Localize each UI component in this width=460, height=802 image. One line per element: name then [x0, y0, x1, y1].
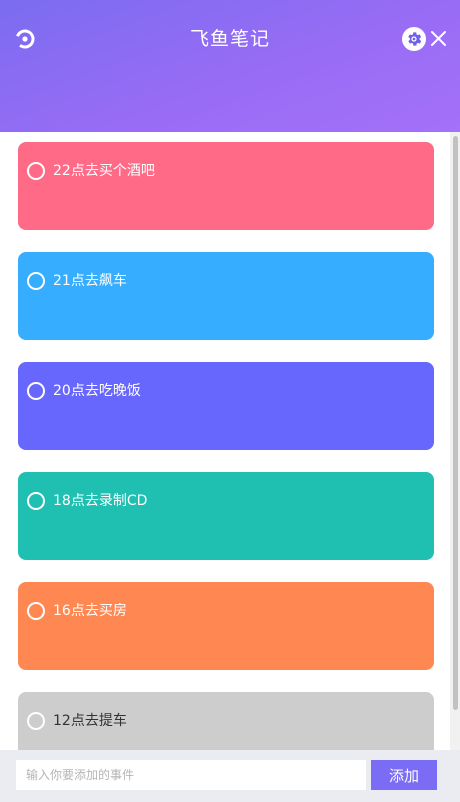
todo-item[interactable]: 22点去买个酒吧	[18, 142, 434, 230]
todo-item[interactable]: 18点去录制CD	[18, 472, 434, 560]
todo-text: 21点去飙车	[53, 273, 127, 289]
checkbox-circle-icon[interactable]	[27, 382, 45, 400]
close-icon[interactable]	[430, 30, 447, 47]
todo-text: 18点去录制CD	[53, 493, 148, 509]
app-title: 飞鱼笔记	[189, 28, 270, 50]
app-window: 飞鱼笔记 22点去买个酒吧 21点去飙车 20点去吃晚饭 18点去录制CD 16…	[0, 0, 460, 802]
checkbox-circle-icon[interactable]	[27, 712, 45, 730]
todo-item[interactable]: 21点去飙车	[18, 252, 434, 340]
todo-text: 16点去买房	[53, 603, 127, 619]
gear-icon	[408, 32, 422, 46]
todo-list: 22点去买个酒吧 21点去飙车 20点去吃晚饭 18点去录制CD 16点去买房 …	[0, 132, 450, 750]
scrollbar[interactable]	[450, 132, 460, 750]
header: 飞鱼笔记	[0, 0, 460, 132]
add-button[interactable]: 添加	[371, 760, 437, 790]
checkbox-circle-icon[interactable]	[27, 162, 45, 180]
checkbox-circle-icon[interactable]	[27, 602, 45, 620]
todo-item[interactable]: 20点去吃晚饭	[18, 362, 434, 450]
scrollbar-thumb[interactable]	[453, 136, 458, 710]
add-bar: 添加	[0, 750, 460, 802]
checkbox-circle-icon[interactable]	[27, 492, 45, 510]
todo-text: 12点去提车	[53, 713, 127, 729]
todo-text: 22点去买个酒吧	[53, 163, 155, 179]
settings-button[interactable]	[402, 27, 426, 51]
todo-item[interactable]: 12点去提车	[18, 692, 434, 750]
checkbox-circle-icon[interactable]	[27, 272, 45, 290]
todo-item[interactable]: 16点去买房	[18, 582, 434, 670]
todo-text: 20点去吃晚饭	[53, 383, 141, 399]
add-event-input[interactable]	[16, 760, 366, 790]
